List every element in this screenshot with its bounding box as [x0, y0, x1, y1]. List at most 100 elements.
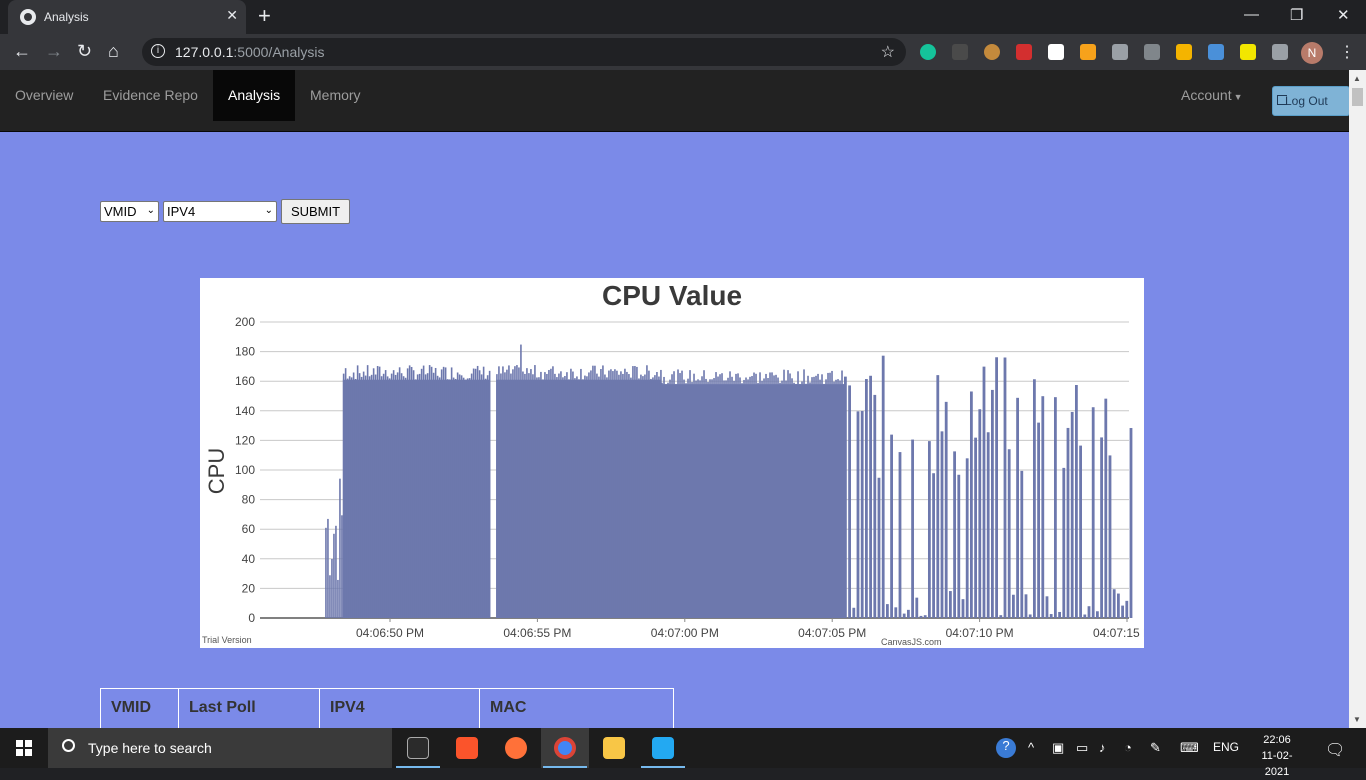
cpu-bar[interactable] — [940, 431, 944, 618]
cpu-bar[interactable] — [789, 373, 791, 618]
cpu-bar[interactable] — [811, 377, 813, 618]
profile-avatar[interactable]: N — [1301, 42, 1323, 64]
cpu-bar[interactable] — [420, 368, 423, 618]
taskbar-vscode[interactable] — [639, 728, 687, 768]
cpu-bar[interactable] — [528, 373, 530, 618]
cpu-bar[interactable] — [805, 383, 807, 618]
cpu-bar[interactable] — [783, 369, 785, 618]
keyboard-icon[interactable]: ⌨ — [1180, 740, 1199, 756]
site-info-icon[interactable]: i — [151, 44, 165, 58]
cpu-bar[interactable] — [894, 607, 898, 618]
cpu-bar[interactable] — [432, 372, 435, 618]
cpu-bar[interactable] — [404, 377, 407, 618]
cpu-bar[interactable] — [634, 366, 636, 618]
cpu-bar[interactable] — [711, 379, 713, 618]
cpu-bar[interactable] — [400, 373, 403, 618]
cpu-bar[interactable] — [990, 389, 994, 618]
cpu-bar[interactable] — [596, 373, 598, 618]
cpu-bar[interactable] — [434, 367, 437, 618]
extension-icon[interactable] — [952, 44, 968, 60]
cpu-bar[interactable] — [1045, 596, 1049, 618]
cpu-bar[interactable] — [817, 373, 819, 618]
cpu-bar[interactable] — [364, 375, 367, 618]
cpu-bar[interactable] — [606, 377, 608, 618]
cpu-bar[interactable] — [667, 382, 669, 618]
cpu-bar[interactable] — [1011, 594, 1015, 618]
nav-evidence-repo[interactable]: Evidence Repo — [88, 70, 213, 121]
cpu-bar[interactable] — [422, 365, 425, 618]
volume-icon[interactable]: ♪ — [1099, 740, 1106, 755]
cpu-bar[interactable] — [948, 591, 952, 618]
cpu-bar[interactable] — [600, 369, 602, 618]
cpu-bar[interactable] — [675, 384, 677, 618]
cpu-bar[interactable] — [691, 382, 693, 618]
help-icon[interactable]: ? — [996, 738, 1016, 758]
cpu-bar[interactable] — [775, 374, 777, 618]
forward-button[interactable]: → — [45, 41, 63, 61]
cpu-bar[interactable] — [440, 369, 443, 618]
cpu-bar[interactable] — [348, 376, 351, 618]
cpu-bar[interactable] — [1016, 397, 1019, 618]
cpu-bar[interactable] — [799, 384, 801, 618]
cpu-bar[interactable] — [612, 371, 614, 618]
cpu-bar[interactable] — [352, 372, 355, 618]
cpu-bar[interactable] — [498, 366, 500, 618]
cpu-bar[interactable] — [727, 377, 729, 618]
scroll-down-icon[interactable]: ▼ — [1353, 715, 1361, 724]
cpu-bar[interactable] — [1125, 600, 1129, 618]
cpu-bar[interactable] — [673, 371, 675, 618]
cpu-bar[interactable] — [356, 365, 359, 618]
cpu-bar[interactable] — [890, 434, 893, 618]
cpu-bar[interactable] — [803, 369, 805, 618]
cpu-bar[interactable] — [580, 368, 582, 618]
cpu-bar[interactable] — [957, 474, 961, 618]
cpu-bar[interactable] — [624, 368, 626, 618]
cpu-bar[interactable] — [741, 383, 743, 618]
cpu-bar[interactable] — [1007, 449, 1011, 618]
cpu-bar[interactable] — [793, 382, 795, 618]
cpu-bar[interactable] — [568, 379, 570, 618]
cpu-bar[interactable] — [626, 371, 628, 618]
cpu-bar[interactable] — [995, 357, 998, 618]
cpu-bar[interactable] — [341, 515, 343, 618]
cookie-extension-icon[interactable] — [984, 44, 1000, 60]
cpu-bar[interactable] — [500, 373, 502, 618]
cpu-bar[interactable] — [376, 366, 379, 618]
cpu-bar[interactable] — [1083, 614, 1087, 618]
cpu-bar[interactable] — [452, 377, 455, 618]
puzzle-extensions-icon[interactable] — [1272, 44, 1288, 60]
cpu-bar[interactable] — [787, 370, 789, 618]
cpu-bar[interactable] — [604, 374, 606, 618]
battery-icon[interactable]: ▭ — [1076, 740, 1088, 756]
cpu-bar[interactable] — [574, 378, 576, 618]
cpu-bar[interactable] — [719, 374, 721, 618]
cpu-bar[interactable] — [518, 367, 520, 618]
cpu-bar[interactable] — [819, 379, 821, 618]
cpu-bar[interactable] — [1020, 470, 1024, 618]
cpu-bar[interactable] — [602, 365, 604, 618]
cpu-bar[interactable] — [729, 371, 731, 618]
cpu-bar[interactable] — [372, 368, 375, 618]
table-header-ipv4[interactable]: IPV4 — [320, 689, 480, 728]
nav-overview[interactable]: Overview — [0, 70, 88, 121]
cpu-bar[interactable] — [530, 369, 532, 618]
cpu-bar[interactable] — [713, 378, 715, 618]
cpu-bar[interactable] — [630, 377, 632, 618]
cpu-bar[interactable] — [482, 366, 485, 618]
cpu-bar[interactable] — [915, 597, 919, 618]
cpu-bar[interactable] — [919, 615, 923, 618]
cpu-bar[interactable] — [642, 376, 644, 618]
cpu-bar[interactable] — [687, 378, 689, 618]
cpu-bar[interactable] — [743, 379, 745, 618]
cpu-bar[interactable] — [747, 379, 749, 618]
cpu-bar[interactable] — [398, 367, 401, 618]
cpu-bar[interactable] — [472, 368, 475, 618]
minimize-button[interactable]: — — [1244, 6, 1259, 23]
cpu-bar[interactable] — [1058, 611, 1061, 618]
cpu-bar[interactable] — [835, 379, 837, 618]
cpu-bar[interactable] — [813, 376, 815, 618]
reload-button[interactable]: ↻ — [77, 41, 92, 61]
cpu-bar[interactable] — [636, 366, 638, 618]
cpu-bar[interactable] — [514, 366, 516, 618]
cpu-bar[interactable] — [852, 607, 856, 618]
